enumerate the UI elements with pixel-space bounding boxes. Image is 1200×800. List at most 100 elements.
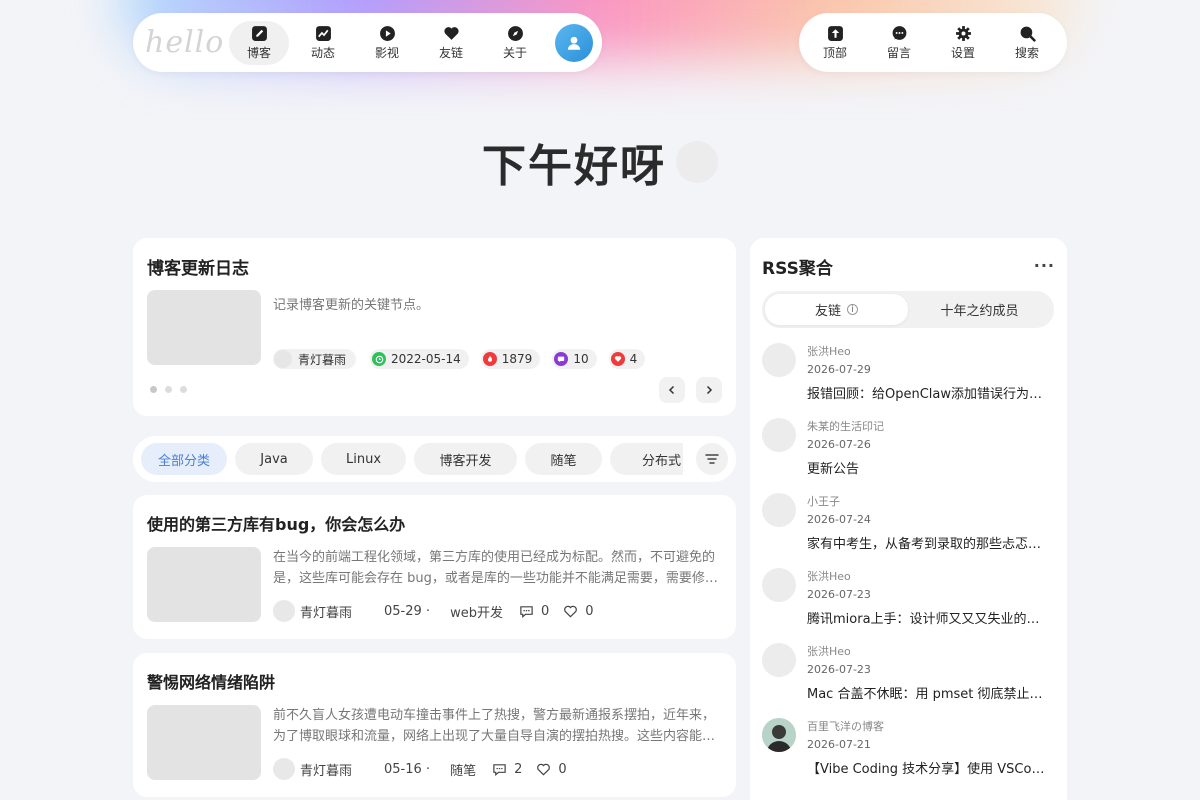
post-likes[interactable]: 0 <box>536 761 567 777</box>
post-excerpt: 在当今的前端工程化领域，第三方库的使用已经成为标配。然而，不可避免的是，这些库可… <box>273 550 718 586</box>
post-tag[interactable]: web开发 <box>450 602 503 621</box>
nav-label: 友链 <box>438 45 463 60</box>
compass-icon <box>507 25 523 41</box>
likes-pill: 4 <box>608 349 646 369</box>
nav-label: 搜索 <box>1014 45 1039 60</box>
clock-icon <box>372 352 387 366</box>
update-log-card[interactable]: 博客更新日志 记录博客更新的关键节点。 青灯暮雨 2022-05-14 1879… <box>133 238 736 416</box>
post-title[interactable]: 使用的第三方库有bug，你会怎么办 <box>147 511 405 535</box>
post-thumbnail[interactable] <box>147 705 261 780</box>
nav-item-friends[interactable]: 友链 <box>421 21 481 65</box>
rss-item-title[interactable]: 报错回顾：给OpenClaw添加错误行为拦截 <box>807 383 1047 402</box>
update-log-meta: 青灯暮雨 2022-05-14 1879 10 4 <box>273 349 657 369</box>
post-date: 2022-05-14 <box>391 352 461 366</box>
greeting-text: 下午好呀 <box>482 141 666 192</box>
likes-count: 0 <box>585 603 594 619</box>
nav-item-movies[interactable]: 影视 <box>357 21 417 65</box>
user-icon <box>567 36 581 50</box>
category-distributed[interactable]: 分布式 <box>610 443 683 475</box>
post-comments: 2 <box>492 762 522 777</box>
rss-item[interactable]: 朱某的生活印记 2026-07-26 更新公告 <box>762 418 1057 488</box>
post-meta: 青灯暮雨 05-29 · web开发 0 0 <box>273 600 608 622</box>
category-linux[interactable]: Linux <box>321 443 406 475</box>
site-logo[interactable]: hello <box>133 25 229 60</box>
post-excerpt: 前不久盲人女孩遭电动车撞击事件上了热搜，警方最新通报系摆拍，近年来，为了博取眼球… <box>273 708 716 744</box>
carousel-dot[interactable] <box>165 386 172 393</box>
rss-item-title[interactable]: 家有中考生，从备考到录取的那些忐忑与成长 <box>807 533 1047 552</box>
category-all[interactable]: 全部分类 <box>141 443 227 475</box>
post-date: 05-16 · <box>384 761 431 777</box>
carousel-dots <box>150 386 195 393</box>
nav-label: 影视 <box>374 45 399 60</box>
author-avatar <box>274 350 292 368</box>
post-tag[interactable]: 随笔 <box>450 760 476 779</box>
rss-item[interactable]: 张洪Heo 2026-07-29 报错回顾：给OpenClaw添加错误行为拦截 <box>762 343 1057 413</box>
activity-icon <box>315 25 331 41</box>
carousel-next-button[interactable] <box>696 377 722 403</box>
nav-label: 关于 <box>502 45 527 60</box>
rss-date: 2026-07-21 <box>807 738 871 751</box>
more-options-button[interactable]: ··· <box>1034 256 1055 275</box>
back-to-top-button[interactable]: 顶部 <box>805 21 865 65</box>
rss-title: RSS聚合 <box>762 259 833 279</box>
greeting-banner: 下午好呀 <box>0 130 1200 194</box>
chevron-left-icon <box>668 385 675 395</box>
heart-icon <box>443 26 459 40</box>
post-card[interactable]: 使用的第三方库有bug，你会怎么办 在当今的前端工程化领域，第三方库的使用已经成… <box>133 495 736 639</box>
rss-item[interactable]: 张洪Heo 2026-07-23 腾讯miora上手：设计师又又又失业的一天 <box>762 568 1057 638</box>
rss-item-title[interactable]: 【Vibe Coding 技术分享】使用 VSCode 与 AI <box>807 758 1047 777</box>
rss-item-title[interactable]: 更新公告 <box>807 458 1047 477</box>
carousel-dot[interactable] <box>180 386 187 393</box>
nav-item-blog[interactable]: 博客 <box>229 20 289 65</box>
rss-item[interactable]: 张洪Heo 2026-07-23 Mac 合盖不休眠：用 pmset 彻底禁止睡… <box>762 643 1057 713</box>
rss-date: 2026-07-26 <box>807 438 871 451</box>
nav-label: 动态 <box>310 45 335 60</box>
filter-icon <box>705 454 719 464</box>
rss-item-title[interactable]: 腾讯miora上手：设计师又又又失业的一天 <box>807 608 1047 627</box>
post-thumbnail[interactable] <box>147 547 261 622</box>
search-button[interactable]: 搜索 <box>997 21 1057 65</box>
author-avatar <box>273 758 295 780</box>
tab-friends[interactable]: 友链 i <box>765 294 908 325</box>
likes-count: 0 <box>558 761 567 777</box>
carousel-prev-button[interactable] <box>659 377 685 403</box>
carousel-dot[interactable] <box>150 386 157 393</box>
post-title[interactable]: 警惕网络情绪陷阱 <box>147 669 275 693</box>
greeting-emoji-placeholder <box>676 141 718 183</box>
update-log-desc: 记录博客更新的关键节点。 <box>273 298 430 313</box>
gear-icon <box>955 25 971 41</box>
category-filter-button[interactable] <box>696 443 728 475</box>
rss-source: 小王子 <box>807 495 840 508</box>
info-icon[interactable]: i <box>847 304 858 315</box>
source-avatar <box>762 718 796 752</box>
tab-label: 友链 <box>814 304 841 319</box>
category-list: 全部分类 Java Linux 博客开发 随笔 分布式 <box>141 443 683 475</box>
settings-button[interactable]: 设置 <box>933 21 993 65</box>
nav-label: 设置 <box>950 45 975 60</box>
post-likes[interactable]: 0 <box>563 603 594 619</box>
tab-ten-year-members[interactable]: 十年之约成员 <box>908 294 1051 325</box>
category-java[interactable]: Java <box>235 443 313 475</box>
post-card[interactable]: 警惕网络情绪陷阱 前不久盲人女孩遭电动车撞击事件上了热搜，警方最新通报系摆拍，近… <box>133 653 736 797</box>
rss-item[interactable]: 小王子 2026-07-24 家有中考生，从备考到录取的那些忐忑与成长 <box>762 493 1057 563</box>
user-avatar[interactable] <box>555 23 593 62</box>
rss-item-title[interactable]: Mac 合盖不休眠：用 pmset 彻底禁止睡眠 <box>807 683 1047 702</box>
nav-label: 留言 <box>886 45 911 60</box>
author-pill[interactable]: 青灯暮雨 <box>273 349 357 369</box>
post-author[interactable]: 青灯暮雨 <box>300 760 352 779</box>
rss-date: 2026-07-23 <box>807 588 871 601</box>
source-avatar <box>762 418 796 452</box>
rss-source: 朱某的生活印记 <box>807 420 884 433</box>
comments-count: 10 <box>573 352 589 366</box>
post-comments: 0 <box>519 604 549 619</box>
views-count: 1879 <box>501 352 533 366</box>
nav-item-moments[interactable]: 动态 <box>293 21 353 65</box>
nav-item-about[interactable]: 关于 <box>485 21 545 65</box>
rss-item[interactable]: 百里飞洋の博客 2026-07-21 【Vibe Coding 技术分享】使用 … <box>762 718 1057 788</box>
category-essay[interactable]: 随笔 <box>525 443 602 475</box>
rss-source: 张洪Heo <box>807 645 851 658</box>
guestbook-button[interactable]: 留言 <box>869 21 929 65</box>
category-blog-dev[interactable]: 博客开发 <box>414 443 517 475</box>
source-avatar <box>762 568 796 602</box>
post-author[interactable]: 青灯暮雨 <box>300 602 352 621</box>
